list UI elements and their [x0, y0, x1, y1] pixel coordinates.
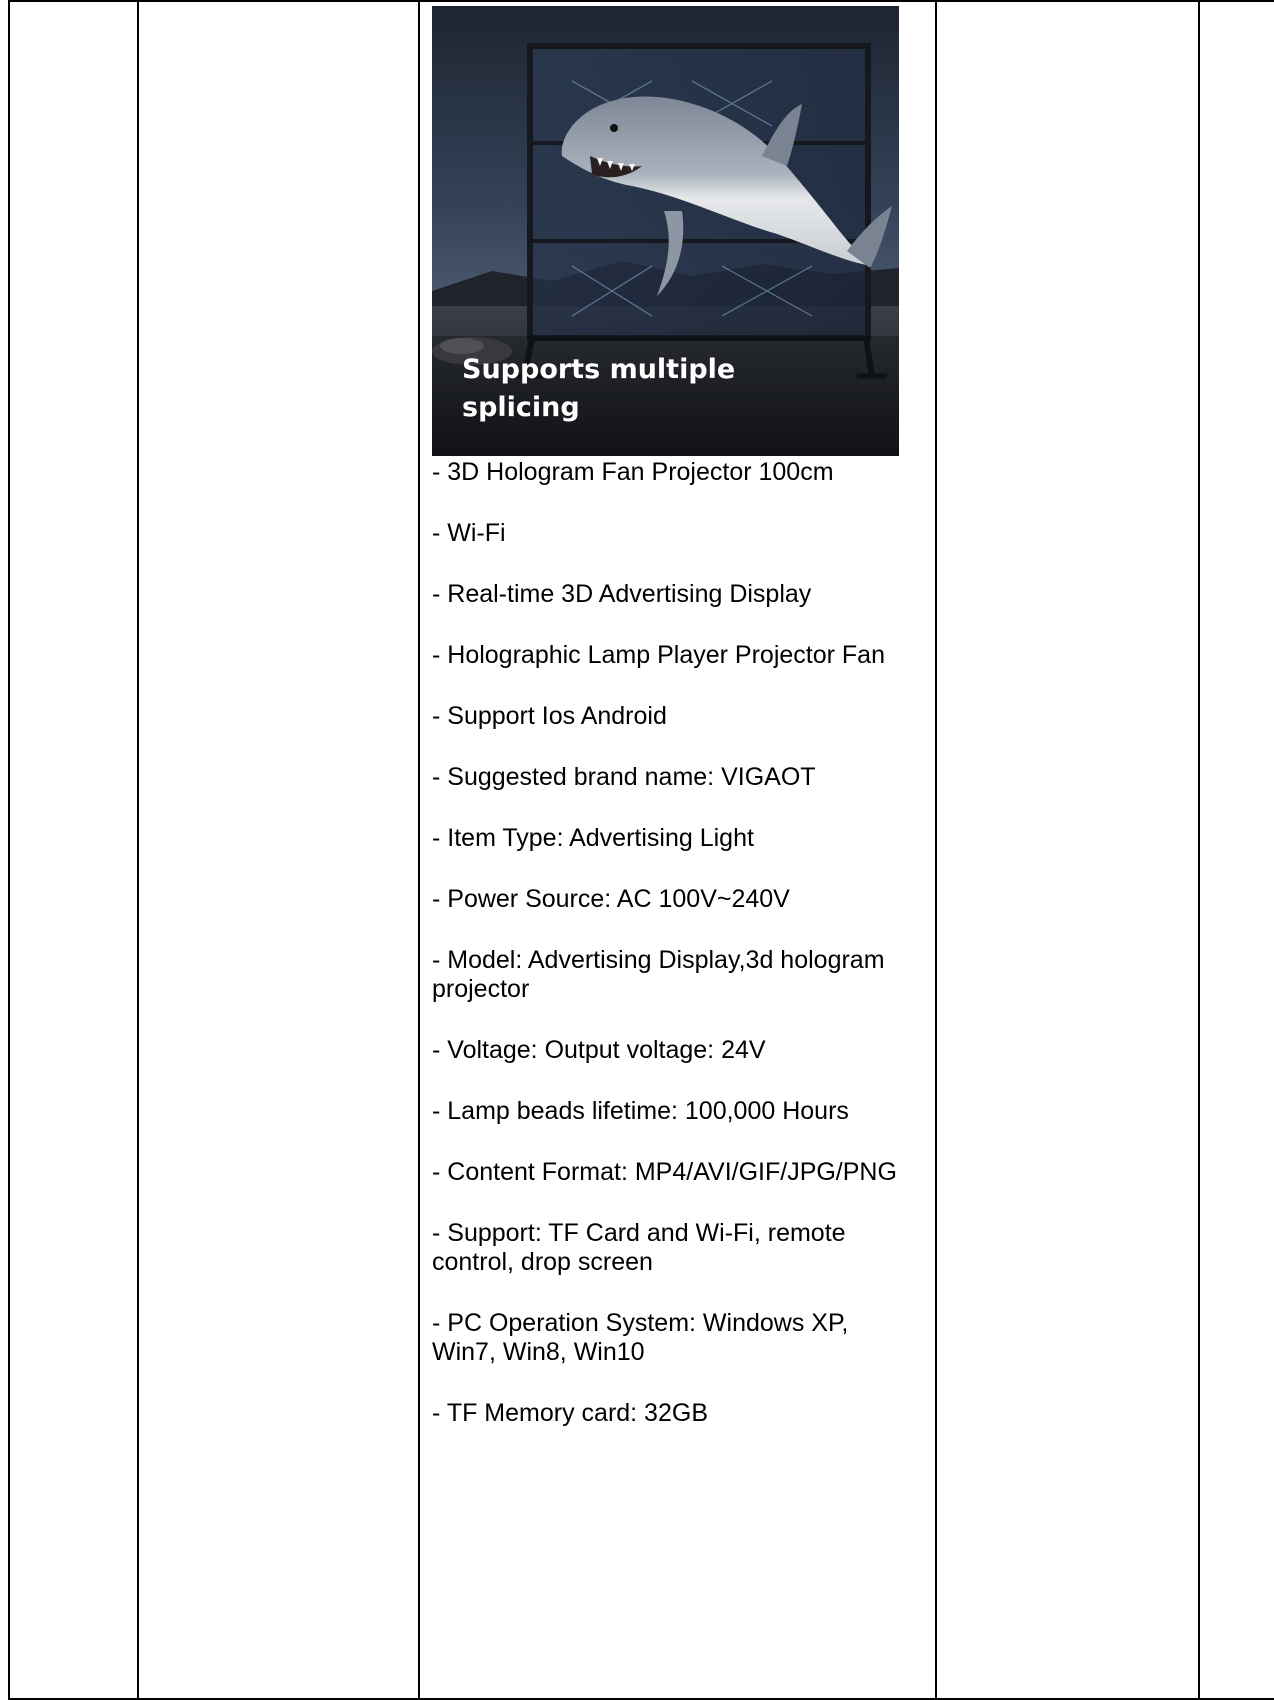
image-caption-line1: Supports multiple — [462, 354, 735, 385]
spec-item: - Wi-Fi — [432, 519, 506, 547]
table-cell-empty-1 — [8, 0, 139, 1700]
spec-item: - Support: TF Card and Wi-Fi, remote con… — [432, 1219, 846, 1276]
spec-item: - Real-time 3D Advertising Display — [432, 580, 812, 608]
image-caption-line2: splicing — [462, 392, 580, 423]
spec-item: - TF Memory card: 32GB — [432, 1399, 708, 1427]
spec-item: - Power Source: AC 100V~240V — [432, 885, 790, 913]
table-cell-empty-5 — [1198, 0, 1274, 1700]
spec-item: - Content Format: MP4/AVI/GIF/JPG/PNG — [432, 1158, 897, 1186]
product-description-cell: Supports multiple splicing - 3D Hologram… — [418, 0, 937, 1700]
spec-item: - PC Operation System: Windows XP, Win7,… — [432, 1309, 849, 1366]
spec-list: - 3D Hologram Fan Projector 100cm - Wi-F… — [432, 458, 900, 1428]
spec-item: - Item Type: Advertising Light — [432, 824, 754, 852]
table-cell-empty-4 — [935, 0, 1200, 1700]
table-row: Supports multiple splicing - 3D Hologram… — [8, 0, 1274, 1700]
spec-item: - Voltage: Output voltage: 24V — [432, 1036, 766, 1064]
spec-item: - Suggested brand name: VIGAOT — [432, 763, 816, 791]
spec-item: - Holographic Lamp Player Projector Fan — [432, 641, 885, 669]
spec-item: - Model: Advertising Display,3d hologram… — [432, 946, 885, 1003]
spec-item: - Lamp beads lifetime: 100,000 Hours — [432, 1097, 849, 1125]
product-image: Supports multiple splicing — [432, 6, 899, 456]
document-table: Supports multiple splicing - 3D Hologram… — [8, 0, 1274, 1700]
table-cell-empty-2 — [137, 0, 420, 1700]
spec-item: - 3D Hologram Fan Projector 100cm — [432, 458, 834, 486]
spec-item: - Support Ios Android — [432, 702, 667, 730]
